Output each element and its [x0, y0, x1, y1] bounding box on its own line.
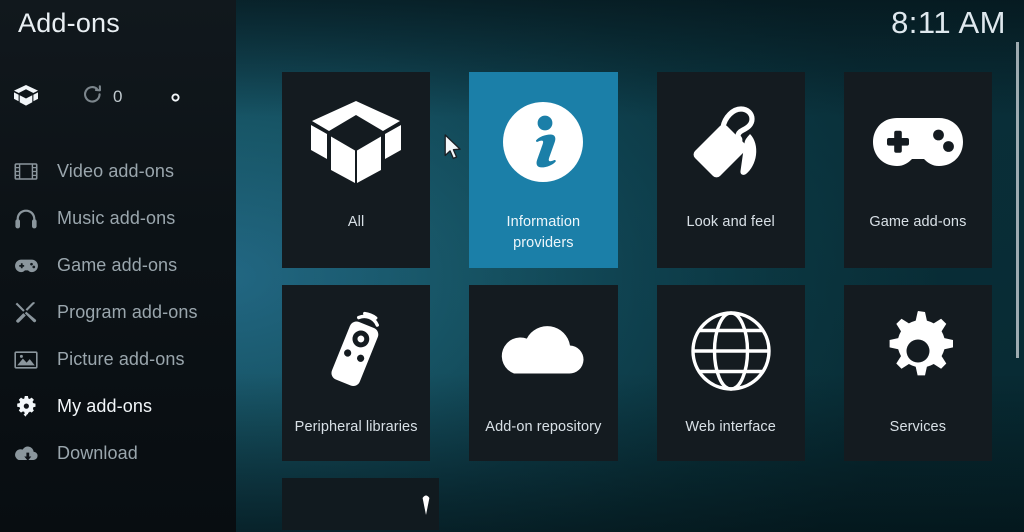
tile-label: Services — [889, 419, 947, 435]
tile-label: Peripheral libraries — [294, 419, 418, 435]
sidebar-item-my-add-ons[interactable]: My add-ons — [0, 383, 236, 430]
sidebar-item-label: Video add-ons — [57, 161, 175, 181]
sidebar-item-label: Download — [57, 443, 138, 463]
remote-control-icon — [282, 285, 430, 417]
sidebar-item-video-add-ons[interactable]: Video add-ons — [0, 148, 236, 195]
addon-category-grid: All Information providers Look and feel … — [282, 72, 992, 530]
gear-icon — [163, 85, 188, 110]
page-title: Add-ons — [18, 8, 120, 38]
cloud-download-icon — [14, 444, 54, 464]
grid-row: Peripheral libraries Add-on repository W… — [282, 285, 992, 461]
tile-partial[interactable] — [282, 478, 439, 530]
tile-label: Information providers — [506, 214, 581, 251]
tile-label: Add-on repository — [485, 419, 602, 435]
available-updates-button[interactable]: 0 — [82, 84, 122, 110]
updates-count: 0 — [113, 87, 123, 106]
sidebar: Add-ons 0 Video add-ons Music add-ons Ga… — [0, 0, 236, 532]
picture-icon — [14, 350, 54, 370]
sidebar-item-label: Program add-ons — [57, 302, 198, 322]
tile-look-and-feel[interactable]: Look and feel — [656, 72, 805, 268]
tile-game-add-ons[interactable]: Game add-ons — [843, 72, 992, 268]
gear-icon — [844, 285, 992, 417]
gear-wrench-icon — [14, 395, 54, 419]
tile-web-interface[interactable]: Web interface — [656, 285, 805, 461]
open-box-icon — [12, 84, 40, 110]
sidebar-toolbar: 0 — [0, 76, 236, 118]
tile-services[interactable]: Services — [843, 285, 992, 461]
vertical-scrollbar[interactable] — [1016, 42, 1019, 532]
tile-add-on-repository[interactable]: Add-on repository — [469, 285, 618, 461]
open-box-icon — [282, 72, 430, 212]
sidebar-item-picture-add-ons[interactable]: Picture add-ons — [0, 336, 236, 383]
main-panel: All Information providers Look and feel … — [236, 0, 1024, 532]
grid-row-partial — [282, 478, 992, 530]
tools-icon — [14, 301, 54, 324]
tile-label: Web interface — [685, 419, 776, 435]
sidebar-item-music-add-ons[interactable]: Music add-ons — [0, 195, 236, 242]
system-clock: 8:11 AM — [891, 5, 1006, 40]
gamepad-icon — [14, 257, 54, 275]
sidebar-item-label: Game add-ons — [57, 255, 178, 275]
sidebar-item-label: Picture add-ons — [57, 349, 185, 369]
tile-label: Game add-ons — [869, 214, 967, 230]
tile-all[interactable]: All — [282, 72, 431, 268]
tile-label: All — [347, 214, 365, 230]
sidebar-item-program-add-ons[interactable]: Program add-ons — [0, 289, 236, 336]
settings-button[interactable] — [158, 85, 192, 110]
sidebar-item-download[interactable]: Download — [0, 430, 236, 477]
sidebar-item-label: Music add-ons — [57, 208, 176, 228]
addons-browser-button[interactable] — [0, 84, 52, 110]
headphones-icon — [14, 208, 54, 230]
cloud-icon — [469, 285, 617, 417]
info-circle-icon — [469, 72, 617, 212]
scrollbar-thumb[interactable] — [1016, 42, 1019, 358]
film-strip-icon — [14, 161, 54, 182]
tile-information-providers[interactable]: Information providers — [469, 72, 618, 268]
tile-label: Look and feel — [686, 214, 775, 230]
tile-peripheral-libraries[interactable]: Peripheral libraries — [282, 285, 431, 461]
partial-icon — [413, 493, 439, 515]
tag-brush-icon — [657, 72, 805, 212]
refresh-icon — [82, 84, 103, 110]
sidebar-item-game-add-ons[interactable]: Game add-ons — [0, 242, 236, 289]
globe-icon — [657, 285, 805, 417]
sidebar-menu: Video add-ons Music add-ons Game add-ons… — [0, 148, 236, 477]
sidebar-item-label: My add-ons — [57, 396, 153, 416]
gamepad-icon — [844, 72, 992, 212]
grid-row: All Information providers Look and feel … — [282, 72, 992, 268]
